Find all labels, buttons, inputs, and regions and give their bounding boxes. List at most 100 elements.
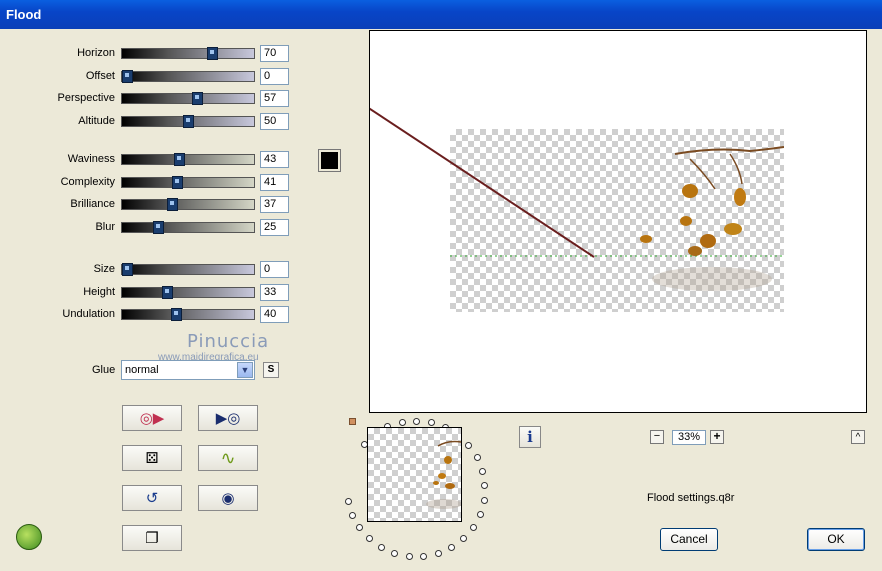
slider-offset[interactable] — [121, 70, 255, 83]
navigator-dot[interactable] — [378, 544, 385, 551]
slider-label: Complexity — [60, 176, 115, 188]
value-field-altitude[interactable]: 50 — [260, 113, 289, 130]
value-field-offset[interactable]: 0 — [260, 68, 289, 85]
copy-button[interactable]: ❐ — [122, 525, 182, 551]
navigator-dot[interactable] — [481, 482, 488, 489]
slider-label: Brilliance — [70, 198, 115, 210]
navigator-dot[interactable] — [391, 550, 398, 557]
slider-undulation[interactable] — [121, 308, 255, 321]
value-field-brilliance[interactable]: 37 — [260, 196, 289, 213]
navigator-thumbnail[interactable] — [367, 427, 462, 522]
value-field-blur[interactable]: 25 — [260, 219, 289, 236]
cancel-button[interactable]: Cancel — [660, 528, 718, 551]
slider-label: Undulation — [62, 308, 115, 320]
slider-thumb[interactable] — [122, 263, 133, 276]
navigator-dot[interactable] — [428, 419, 435, 426]
app-logo-icon — [16, 524, 42, 550]
value-field-size[interactable]: 0 — [260, 261, 289, 278]
slider-label: Perspective — [57, 92, 115, 104]
undo-icon: ↺ — [145, 490, 159, 507]
navigator-dot[interactable] — [399, 419, 406, 426]
navigator-dot[interactable] — [470, 524, 477, 531]
zoom-out-button[interactable]: − — [650, 430, 664, 444]
navigator-dot[interactable] — [349, 512, 356, 519]
slider-height[interactable] — [121, 286, 255, 299]
value-field-perspective[interactable]: 57 — [260, 90, 289, 107]
slider-label: Altitude — [78, 115, 115, 127]
slider-label: Waviness — [67, 153, 115, 165]
chevron-down-icon[interactable]: ▼ — [237, 362, 253, 378]
slider-size[interactable] — [121, 263, 255, 276]
undo-button[interactable]: ↺ — [122, 485, 182, 511]
load-preset-button[interactable]: ◎▶ — [122, 405, 182, 431]
slider-perspective[interactable] — [121, 92, 255, 105]
title-bar: Flood — [0, 0, 882, 29]
value-field-height[interactable]: 33 — [260, 284, 289, 301]
slider-thumb[interactable] — [192, 92, 203, 105]
settings-file-name: Flood settings.q8r — [647, 492, 735, 504]
slider-label: Offset — [85, 70, 115, 82]
color-swatch[interactable] — [318, 149, 341, 172]
slider-blur[interactable] — [121, 221, 255, 234]
ok-button[interactable]: OK — [807, 528, 865, 551]
navigator-dot[interactable] — [345, 498, 352, 505]
value-field-horizon[interactable]: 70 — [260, 45, 289, 62]
navigator-dot[interactable] — [420, 553, 427, 560]
navigator-dot[interactable] — [413, 418, 420, 425]
glue-label: Glue — [92, 364, 116, 376]
slider-altitude[interactable] — [121, 115, 255, 128]
glue-s-button[interactable]: S — [263, 362, 279, 378]
value-field-undulation[interactable]: 40 — [260, 306, 289, 323]
slider-thumb[interactable] — [167, 198, 178, 211]
horizon-line[interactable] — [370, 31, 868, 414]
info-button[interactable]: i — [519, 426, 541, 448]
navigator-dot[interactable] — [477, 511, 484, 518]
navigator-dot[interactable] — [406, 553, 413, 560]
dice-icon: ⚄ — [145, 450, 159, 467]
value-field-waviness[interactable]: 43 — [260, 151, 289, 168]
nav-handle[interactable] — [349, 418, 356, 425]
value-field-complexity[interactable]: 41 — [260, 174, 289, 191]
arrow-disc-icon: ▶◎ — [215, 410, 241, 427]
slider-thumb[interactable] — [122, 70, 133, 83]
slider-thumb[interactable] — [174, 153, 185, 166]
preview-canvas[interactable] — [369, 30, 867, 413]
zoom-in-button[interactable]: + — [710, 430, 724, 444]
wave-button[interactable]: ∿ — [198, 445, 258, 471]
navigator-dot[interactable] — [479, 468, 486, 475]
slider-brilliance[interactable] — [121, 198, 255, 211]
collapse-button[interactable]: ^ — [851, 430, 865, 444]
slider-complexity[interactable] — [121, 176, 255, 189]
navigator-dot[interactable] — [435, 550, 442, 557]
slider-thumb[interactable] — [171, 308, 182, 321]
slider-thumb[interactable] — [162, 286, 173, 299]
slider-label: Height — [83, 286, 115, 298]
navigator-dot[interactable] — [465, 442, 472, 449]
navigator-dot[interactable] — [474, 454, 481, 461]
slider-thumb[interactable] — [183, 115, 194, 128]
slider-thumb[interactable] — [153, 221, 164, 234]
navigator-dot[interactable] — [366, 535, 373, 542]
slider-horizon[interactable] — [121, 47, 255, 60]
zoom-level: 33% — [672, 430, 706, 445]
navigator-thumbnail-art — [426, 440, 461, 509]
glue-select[interactable]: normal ▼ — [121, 360, 255, 380]
slider-label: Horizon — [77, 47, 115, 59]
info-icon: i — [527, 428, 533, 446]
save-preset-button[interactable]: ▶◎ — [198, 405, 258, 431]
window-title: Flood — [6, 7, 42, 22]
slider-waviness[interactable] — [121, 153, 255, 166]
navigator-dot[interactable] — [356, 524, 363, 531]
randomize-button[interactable]: ⚄ — [122, 445, 182, 471]
copy-icon: ❐ — [145, 530, 159, 547]
circle-icon: ◉ — [221, 490, 235, 507]
slider-label: Blur — [95, 221, 115, 233]
reset-button[interactable]: ◉ — [198, 485, 258, 511]
wave-icon: ∿ — [220, 447, 236, 468]
slider-label: Size — [93, 263, 115, 275]
slider-thumb[interactable] — [172, 176, 183, 189]
slider-thumb[interactable] — [207, 47, 218, 60]
navigator-dot[interactable] — [460, 535, 467, 542]
navigator-dot[interactable] — [448, 544, 455, 551]
navigator-dot[interactable] — [481, 497, 488, 504]
